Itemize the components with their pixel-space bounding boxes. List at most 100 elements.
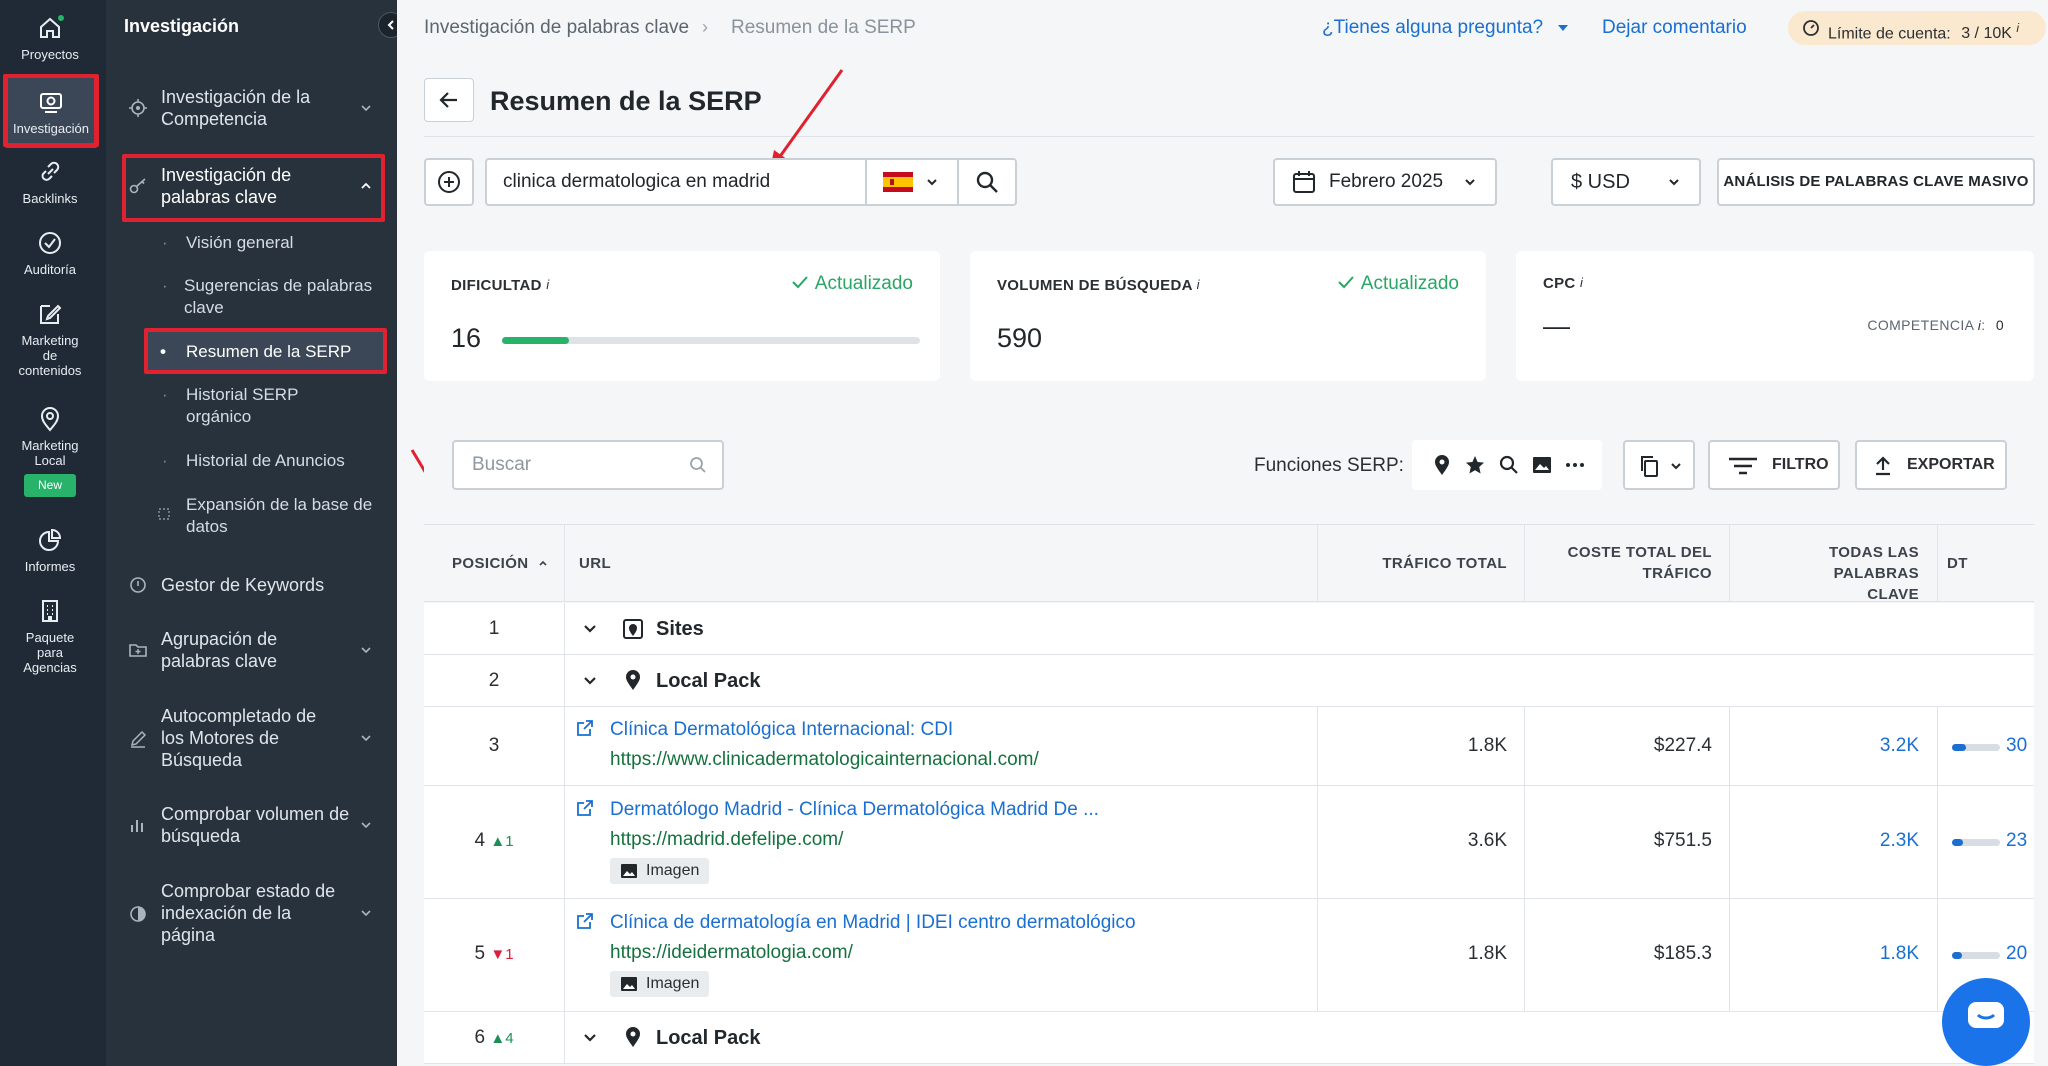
rail-item-informes[interactable]: Informes	[0, 526, 100, 574]
question-link-label: ¿Tienes alguna pregunta?	[1322, 17, 1544, 38]
keywords-link[interactable]: 2.3K	[1729, 830, 1919, 852]
competition: COMPETENCIA i: 0	[1867, 317, 2004, 333]
volume-value: 590	[997, 323, 1043, 353]
col-traffic-cost[interactable]: COSTE TOTAL DEL TRÁFICO	[1524, 542, 1712, 584]
external-link-icon[interactable]	[576, 912, 594, 930]
pie-chart-icon	[39, 528, 62, 551]
rail-item-paquete-agencias[interactable]: Paquete para Agencias	[0, 597, 100, 675]
serp-features-icons	[1412, 440, 1602, 490]
rail-item-auditoria[interactable]: Auditoría	[0, 229, 100, 277]
col-keywords[interactable]: TODAS LAS PALABRAS CLAVE	[1729, 542, 1919, 605]
dt-value[interactable]: 20	[2006, 943, 2027, 965]
external-link-icon[interactable]	[576, 799, 594, 817]
rail-item-backlinks[interactable]: Backlinks	[0, 158, 100, 206]
bulk-analysis-button[interactable]: ANÁLISIS DE PALABRAS CLAVE MASIVO	[1717, 158, 2035, 206]
result-url-link[interactable]: https://madrid.defelipe.com/	[610, 829, 843, 851]
divider	[564, 707, 565, 785]
link-icon	[41, 161, 60, 181]
col-dt[interactable]: DT	[1947, 553, 1968, 574]
question-link[interactable]: ¿Tienes alguna pregunta?	[1322, 17, 1570, 39]
result-title-link[interactable]: Dermatólogo Madrid - Clínica Dermatológi…	[610, 799, 1099, 821]
dt-value[interactable]: 30	[2006, 735, 2027, 757]
date-select[interactable]: Febrero 2025	[1273, 158, 1497, 206]
col-traffic[interactable]: TRÁFICO TOTAL	[1317, 553, 1507, 574]
spain-flag-icon	[883, 172, 913, 192]
map-pin-icon[interactable]	[1432, 454, 1452, 476]
copy-menu-button[interactable]	[1623, 440, 1695, 490]
difficulty-bar-fill	[502, 337, 569, 344]
search-icon[interactable]	[1498, 454, 1520, 476]
feedback-link[interactable]: Dejar comentario	[1602, 17, 1747, 39]
keywords-link[interactable]: 1.8K	[1729, 943, 1919, 965]
rail-item-marketing-local[interactable]: Marketing Local New	[0, 405, 100, 497]
chevron-down-icon	[927, 179, 937, 186]
table-search-input[interactable]: Buscar	[452, 440, 724, 490]
nav-agrupacion[interactable]: Agrupación de palabras clave	[106, 628, 397, 678]
table-row[interactable]: 1 Sites	[424, 603, 2034, 655]
result-url-link[interactable]: https://www.clinicadermatologicainternac…	[610, 749, 1039, 771]
image-feature-chip: Imagen	[610, 971, 710, 997]
table-row[interactable]: 2 Local Pack	[424, 655, 2034, 707]
chevron-down-icon	[361, 105, 371, 112]
account-limit[interactable]: Límite de cuenta: 3 / 10K i	[1788, 11, 2046, 45]
table-row[interactable]: 4 ▲1 Dermatólogo Madrid - Clínica Dermat…	[424, 786, 2034, 899]
plus-circle-icon	[438, 171, 460, 193]
difficulty-card: DIFICULTAD i Actualizado 16	[424, 251, 940, 381]
chevron-down-icon[interactable]	[582, 621, 598, 637]
table-row[interactable]: 3 Clínica Dermatológica Internacional: C…	[424, 707, 2034, 786]
chevron-down-icon[interactable]	[582, 673, 598, 689]
search-icon	[690, 457, 706, 473]
rail-item-proyectos[interactable]: Proyectos	[0, 14, 100, 62]
keyword-input[interactable]: clinica dermatologica en madrid	[485, 158, 1017, 206]
search-button[interactable]	[957, 160, 1015, 204]
traffic-value: 1.8K	[1467, 735, 1507, 756]
search-placeholder: Buscar	[472, 454, 532, 475]
nav-gestor-keywords[interactable]: Gestor de Keywords	[106, 574, 397, 604]
currency-select[interactable]: $ USD	[1551, 158, 1701, 206]
filter-button[interactable]: FILTRO	[1708, 440, 1840, 490]
serp-features-label: Funciones SERP:	[1254, 455, 1404, 476]
add-keyword-button[interactable]	[424, 158, 474, 206]
chevron-left-icon	[387, 20, 394, 30]
copy-icon	[1641, 456, 1658, 477]
nav-competencia[interactable]: Investigación de la Competencia	[106, 86, 397, 136]
star-icon[interactable]	[1464, 454, 1486, 476]
sort-asc-icon	[539, 560, 547, 566]
country-select[interactable]	[865, 160, 957, 204]
back-button[interactable]	[424, 78, 474, 122]
more-icon[interactable]	[1564, 454, 1586, 476]
keywords-link[interactable]: 3.2K	[1729, 735, 1919, 757]
external-link-icon[interactable]	[576, 719, 594, 737]
result-title-link[interactable]: Clínica Dermatológica Internacional: CDI	[610, 719, 953, 741]
rail-item-marketing-contenidos[interactable]: Marketing de contenidos	[0, 300, 100, 378]
rail-label: Backlinks	[22, 191, 78, 206]
row-position: 5 ▼1	[474, 943, 514, 964]
chevron-down-icon[interactable]	[582, 1030, 598, 1046]
result-url-link[interactable]: https://ideidermatologia.com/	[610, 942, 853, 964]
rail-label: Paquete para Agencias	[23, 630, 77, 675]
dt-value[interactable]: 23	[2006, 830, 2027, 852]
table-row[interactable]: 5 ▼1 Clínica de dermatología en Madrid |…	[424, 899, 2034, 1012]
nav-label: Investigación de la Competencia	[161, 87, 311, 129]
subnav-label: Resumen de la SERP	[186, 342, 352, 361]
result-title-link[interactable]: Clínica de dermatología en Madrid | IDEI…	[610, 912, 1136, 934]
nav-label: Gestor de Keywords	[161, 575, 325, 595]
export-button[interactable]: EXPORTAR	[1855, 440, 2007, 490]
chat-support-button[interactable]	[1942, 978, 2030, 1066]
caret-down-icon	[1558, 25, 1569, 31]
bullet-icon: ·	[162, 385, 168, 404]
nav-autocompletado[interactable]: Autocompletado de los Motores de Búsqued…	[106, 705, 397, 777]
nav-palabras-clave[interactable]: Investigación de palabras clave	[106, 164, 397, 214]
table-row[interactable]: 6 ▲4 Local Pack	[424, 1012, 2034, 1064]
traffic-cost-value: $185.3	[1653, 943, 1712, 964]
nav-indexacion[interactable]: Comprobar estado de indexación de la pág…	[106, 880, 397, 952]
breadcrumb-parent[interactable]: Investigación de palabras clave	[424, 17, 689, 39]
image-icon[interactable]	[1531, 454, 1553, 476]
expand-icon	[158, 508, 170, 520]
divider	[564, 786, 565, 898]
nav-volumen[interactable]: Comprobar volumen de búsqueda	[106, 803, 397, 853]
traffic-value: 3.6K	[1467, 830, 1507, 851]
group-label: Local Pack	[656, 1027, 761, 1049]
col-position[interactable]: POSICIÓN	[452, 553, 549, 574]
difficulty-bar	[502, 337, 920, 344]
